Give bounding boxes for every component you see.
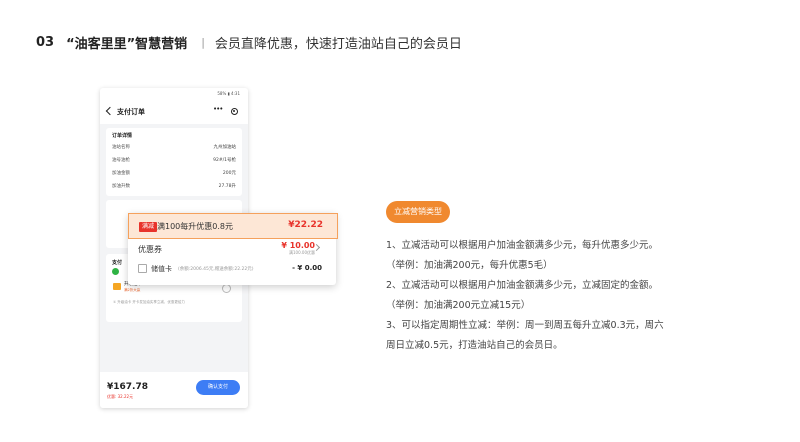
order-row-value: 200元 (222, 171, 236, 176)
promo-text: 满100每升优惠0.8元 (157, 222, 233, 231)
order-row: 油号油枪 92#/1号枪 (112, 157, 236, 167)
discount-callout: 满减 满100每升优惠0.8元 ¥22.22 优惠券 ¥ 10.00 满100.… (128, 213, 338, 285)
order-details-card: 订单详情 油站名称 九州加油站 油号油枪 92#/1号枪 加油金额 200元 加… (106, 128, 242, 196)
order-row: 油站名称 九州加油站 (112, 144, 236, 154)
slide-title: “油客里里”智慧营销 (66, 37, 188, 52)
upgrade-card-sub: 满2折大赢 (124, 288, 141, 292)
order-row: 加油升数 27.78升 (112, 183, 236, 193)
back-arrow-icon[interactable] (105, 106, 115, 116)
order-row: 加油金额 200元 (112, 170, 236, 180)
payment-radio-unselected[interactable] (222, 284, 231, 293)
description-line: 周日立减0.5元，打造油站自己的会员日。 (386, 340, 563, 351)
title-divider: | (201, 36, 205, 49)
total-amount: ¥167.78 (107, 382, 148, 392)
order-row-key: 油号油枪 (112, 158, 130, 163)
order-row-key: 油站名称 (112, 145, 130, 150)
marketing-type-tag: 立减营销类型 (386, 201, 450, 223)
confirm-pay-button[interactable]: 确认支付 (196, 380, 240, 395)
nav-bar: 支付订单 ••• (100, 102, 248, 124)
bottom-bar: ¥167.78 优惠: 32.22元 确认支付 (100, 372, 248, 408)
stored-value-label: 储值卡 (151, 265, 172, 273)
more-icon[interactable]: ••• (213, 105, 223, 113)
payment-title: 支付 (112, 260, 123, 266)
wechat-pay-icon (112, 268, 119, 275)
close-target-icon[interactable] (231, 108, 238, 115)
discount-badge: 满减 (139, 222, 158, 232)
total-discount: 优惠: 32.22元 (107, 394, 134, 399)
description-line: （举例：加油满200元立减15元） (386, 300, 531, 311)
order-details-title: 订单详情 (112, 133, 133, 139)
status-text: 58% ▮ 4:31 (217, 91, 240, 96)
description-line: 1、立减活动可以根据用户加油金额满多少元，每升优惠多少元。 (386, 240, 659, 251)
order-row-key: 加油金额 (112, 171, 130, 176)
status-bar: 58% ▮ 4:31 (100, 88, 248, 102)
coupon-label[interactable]: 优惠券 (138, 244, 162, 255)
order-row-key: 加油升数 (112, 184, 130, 189)
stored-value-amount: - ¥ 0.00 (292, 264, 322, 272)
coupon-sub: 满100.00优惠 (289, 250, 315, 255)
order-row-value: 27.78升 (218, 184, 236, 189)
oil-card-icon (113, 283, 121, 290)
slide-header: 03 “油客里里”智慧营销 | 会员直降优惠，快速打造油站自己的会员日 (36, 33, 462, 52)
description-line: （举例：加油满200元，每升优惠5毛） (386, 260, 553, 271)
nav-title: 支付订单 (117, 108, 145, 116)
order-row-value: 九州加油站 (213, 145, 237, 150)
description-line: 2、立减活动可以根据用户加油金额满多少元，立减固定的金额。 (386, 280, 659, 291)
stored-value-checkbox[interactable] (138, 264, 147, 273)
coupon-amount: ¥ 10.00 (281, 241, 315, 250)
order-row-value: 92#/1号枪 (213, 158, 236, 163)
promo-highlight-row[interactable]: 满减 满100每升优惠0.8元 ¥22.22 (128, 213, 338, 239)
description-line: 3、可以指定周期性立减：举例：周一到周五每升立减0.3元，周六 (386, 320, 664, 331)
stored-value-balance: (余额:2006.45元,赠送余额:22.22元) (178, 267, 254, 272)
promo-amount: ¥22.22 (288, 220, 323, 230)
slide-number: 03 (36, 35, 55, 50)
slide-subtitle: 会员直降优惠，快速打造油站自己的会员日 (214, 37, 462, 52)
payment-note: ① 升级油卡 开卡发加油实享立减，优惠更给力 (113, 300, 185, 304)
